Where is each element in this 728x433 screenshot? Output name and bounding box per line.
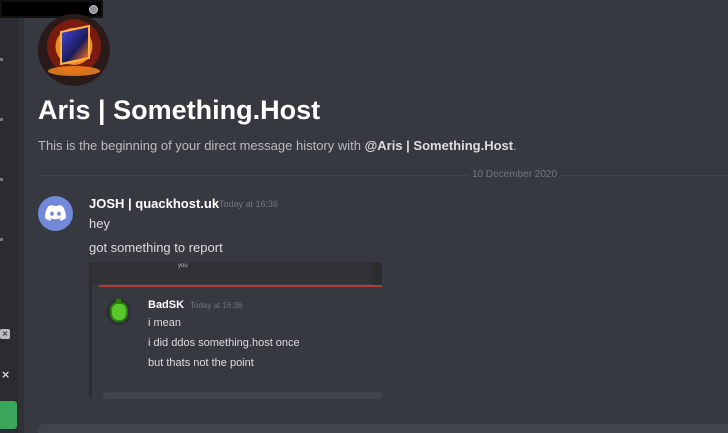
sidebar-green-button[interactable]	[0, 401, 17, 429]
message-composer[interactable]	[38, 424, 728, 433]
message-author-name[interactable]: JOSH | quackhost.uk	[89, 196, 219, 211]
message-timestamp: Today at 16:36	[219, 199, 279, 209]
date-divider-label: 10 December 2020	[468, 169, 562, 180]
sidebar-marker	[0, 178, 3, 181]
sidebar: × ×	[0, 0, 24, 433]
intro-prefix: This is the beginning of your direct mes…	[38, 138, 365, 153]
attachment-message-text: but thats not the point	[148, 357, 254, 369]
cube-logo	[60, 24, 90, 66]
logo-glow	[48, 66, 100, 76]
page-title: Aris | Something.Host	[38, 95, 321, 125]
attachment-header-text: you	[178, 263, 188, 269]
attachment-corner	[372, 262, 382, 285]
server-avatar-icon	[89, 5, 98, 14]
message-text: hey	[89, 216, 110, 231]
attachment-timestamp: Today at 16:36	[190, 301, 243, 310]
fruit-avatar-icon	[110, 302, 128, 322]
close-icon[interactable]: ×	[0, 329, 10, 339]
intro-suffix: .	[513, 138, 517, 153]
attachment-header-bar	[89, 262, 382, 285]
message-image-attachment[interactable]: you BadSK Today at 16:36 i mean i did dd…	[89, 262, 382, 399]
attachment-author-name: BadSK	[148, 299, 185, 311]
date-divider	[38, 175, 728, 176]
dm-intro-text: This is the beginning of your direct mes…	[38, 138, 517, 153]
profile-avatar[interactable]	[38, 14, 110, 86]
sidebar-marker	[0, 118, 3, 121]
attachment-edge	[89, 262, 92, 399]
attachment-message-text: i did ddos something.host once	[148, 337, 300, 349]
discord-logo-icon	[45, 205, 66, 221]
attachment-message-text: i mean	[148, 317, 182, 329]
close-icon[interactable]: ×	[1, 368, 10, 381]
overlay-box	[0, 0, 103, 18]
attachment-author-avatar	[106, 299, 132, 325]
message-author-avatar[interactable]	[38, 196, 73, 231]
sidebar-marker	[0, 238, 3, 241]
message-text: got something to report	[89, 240, 223, 255]
intro-mention[interactable]: @Aris | Something.Host	[365, 138, 514, 153]
new-messages-line	[99, 285, 382, 287]
attachment-composer	[103, 392, 382, 399]
sidebar-marker	[0, 58, 3, 61]
leaf-icon	[116, 299, 121, 304]
